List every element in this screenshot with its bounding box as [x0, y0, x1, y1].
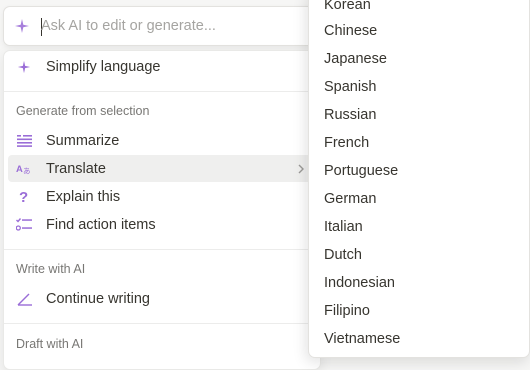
language-label: Filipino	[324, 302, 370, 319]
language-label: German	[324, 190, 377, 207]
language-option-portuguese[interactable]: Portuguese	[313, 157, 525, 184]
language-option-filipino[interactable]: Filipino	[313, 297, 525, 324]
language-option-german[interactable]: German	[313, 185, 525, 212]
divider	[4, 323, 320, 324]
menu-item-label: Continue writing	[46, 290, 150, 307]
language-option-dutch[interactable]: Dutch	[313, 241, 525, 268]
language-label: Italian	[324, 218, 363, 235]
language-option-italian[interactable]: Italian	[313, 213, 525, 240]
language-label: Spanish	[324, 78, 377, 95]
menu-item-summarize[interactable]: Summarize	[8, 127, 316, 154]
language-label: French	[324, 134, 370, 151]
menu-item-label: Translate	[46, 160, 106, 177]
language-label: Portuguese	[324, 162, 399, 179]
menu-item-translate[interactable]: Aあ Translate	[8, 155, 316, 182]
translate-icon: Aあ	[16, 161, 32, 177]
language-option-chinese[interactable]: Chinese	[313, 17, 525, 44]
menu-item-find-action-items[interactable]: Find action items	[8, 211, 316, 238]
language-option-french[interactable]: French	[313, 129, 525, 156]
menu-item-continue-writing[interactable]: Continue writing	[8, 285, 316, 312]
sparkle-icon	[16, 59, 32, 75]
menu-item-label: Explain this	[46, 188, 121, 205]
summary-lines-icon	[16, 133, 32, 149]
pen-line-icon	[16, 291, 32, 307]
language-label: Chinese	[324, 22, 378, 39]
menu-item-label: Find action items	[46, 216, 156, 233]
svg-text:?: ?	[19, 189, 28, 204]
menu-item-label: Summarize	[46, 132, 120, 149]
chevron-right-icon	[295, 162, 307, 174]
question-mark-icon: ?	[16, 189, 32, 205]
language-option-spanish[interactable]: Spanish	[313, 73, 525, 100]
translate-language-submenu: Korean Chinese Japanese Spanish Russian …	[308, 0, 530, 358]
section-title-generate: Generate from selection	[16, 104, 150, 118]
language-option-korean[interactable]: Korean	[313, 0, 525, 18]
section-title-write: Write with AI	[16, 262, 86, 276]
language-label: Dutch	[324, 246, 362, 263]
language-option-indonesian[interactable]: Indonesian	[313, 269, 525, 296]
svg-text:あ: あ	[23, 167, 31, 175]
language-label: Russian	[324, 106, 377, 123]
language-label: Indonesian	[324, 274, 395, 291]
language-label: Korean	[324, 0, 371, 13]
sparkle-icon	[14, 18, 30, 34]
menu-item-label: Simplify language	[46, 58, 161, 75]
checklist-icon	[16, 217, 32, 233]
ai-command-menu: Simplify language Generate from selectio…	[3, 50, 321, 370]
language-option-russian[interactable]: Russian	[313, 101, 525, 128]
divider	[4, 91, 320, 92]
language-label: Vietnamese	[324, 330, 401, 347]
menu-item-explain-this[interactable]: ? Explain this	[8, 183, 316, 210]
divider	[4, 249, 320, 250]
language-option-japanese[interactable]: Japanese	[313, 45, 525, 72]
menu-item-simplify-language[interactable]: Simplify language	[8, 53, 316, 80]
language-option-vietnamese[interactable]: Vietnamese	[313, 325, 525, 352]
language-label: Japanese	[324, 50, 387, 67]
svg-text:A: A	[16, 163, 23, 174]
section-title-draft: Draft with AI	[16, 337, 84, 351]
ask-ai-bar[interactable]	[3, 6, 321, 46]
ask-ai-input[interactable]	[41, 15, 301, 37]
